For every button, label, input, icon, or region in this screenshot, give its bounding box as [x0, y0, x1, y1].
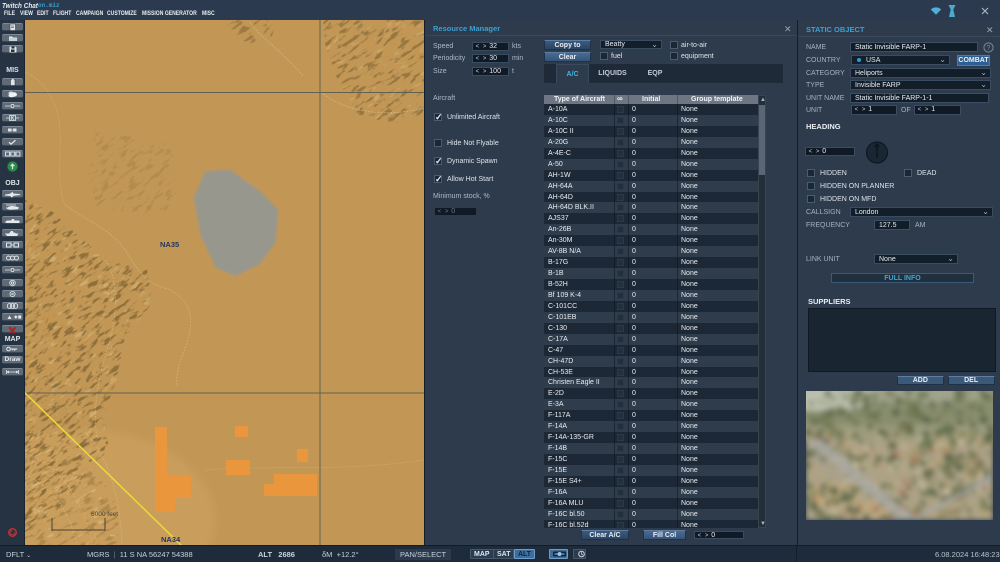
svg-text:NA35: NA35 [160, 240, 179, 249]
svg-text:6000 feet: 6000 feet [91, 511, 118, 518]
svg-text:K: K [11, 116, 15, 122]
svg-text:NA34: NA34 [161, 535, 181, 544]
svg-text:?: ? [987, 45, 991, 52]
